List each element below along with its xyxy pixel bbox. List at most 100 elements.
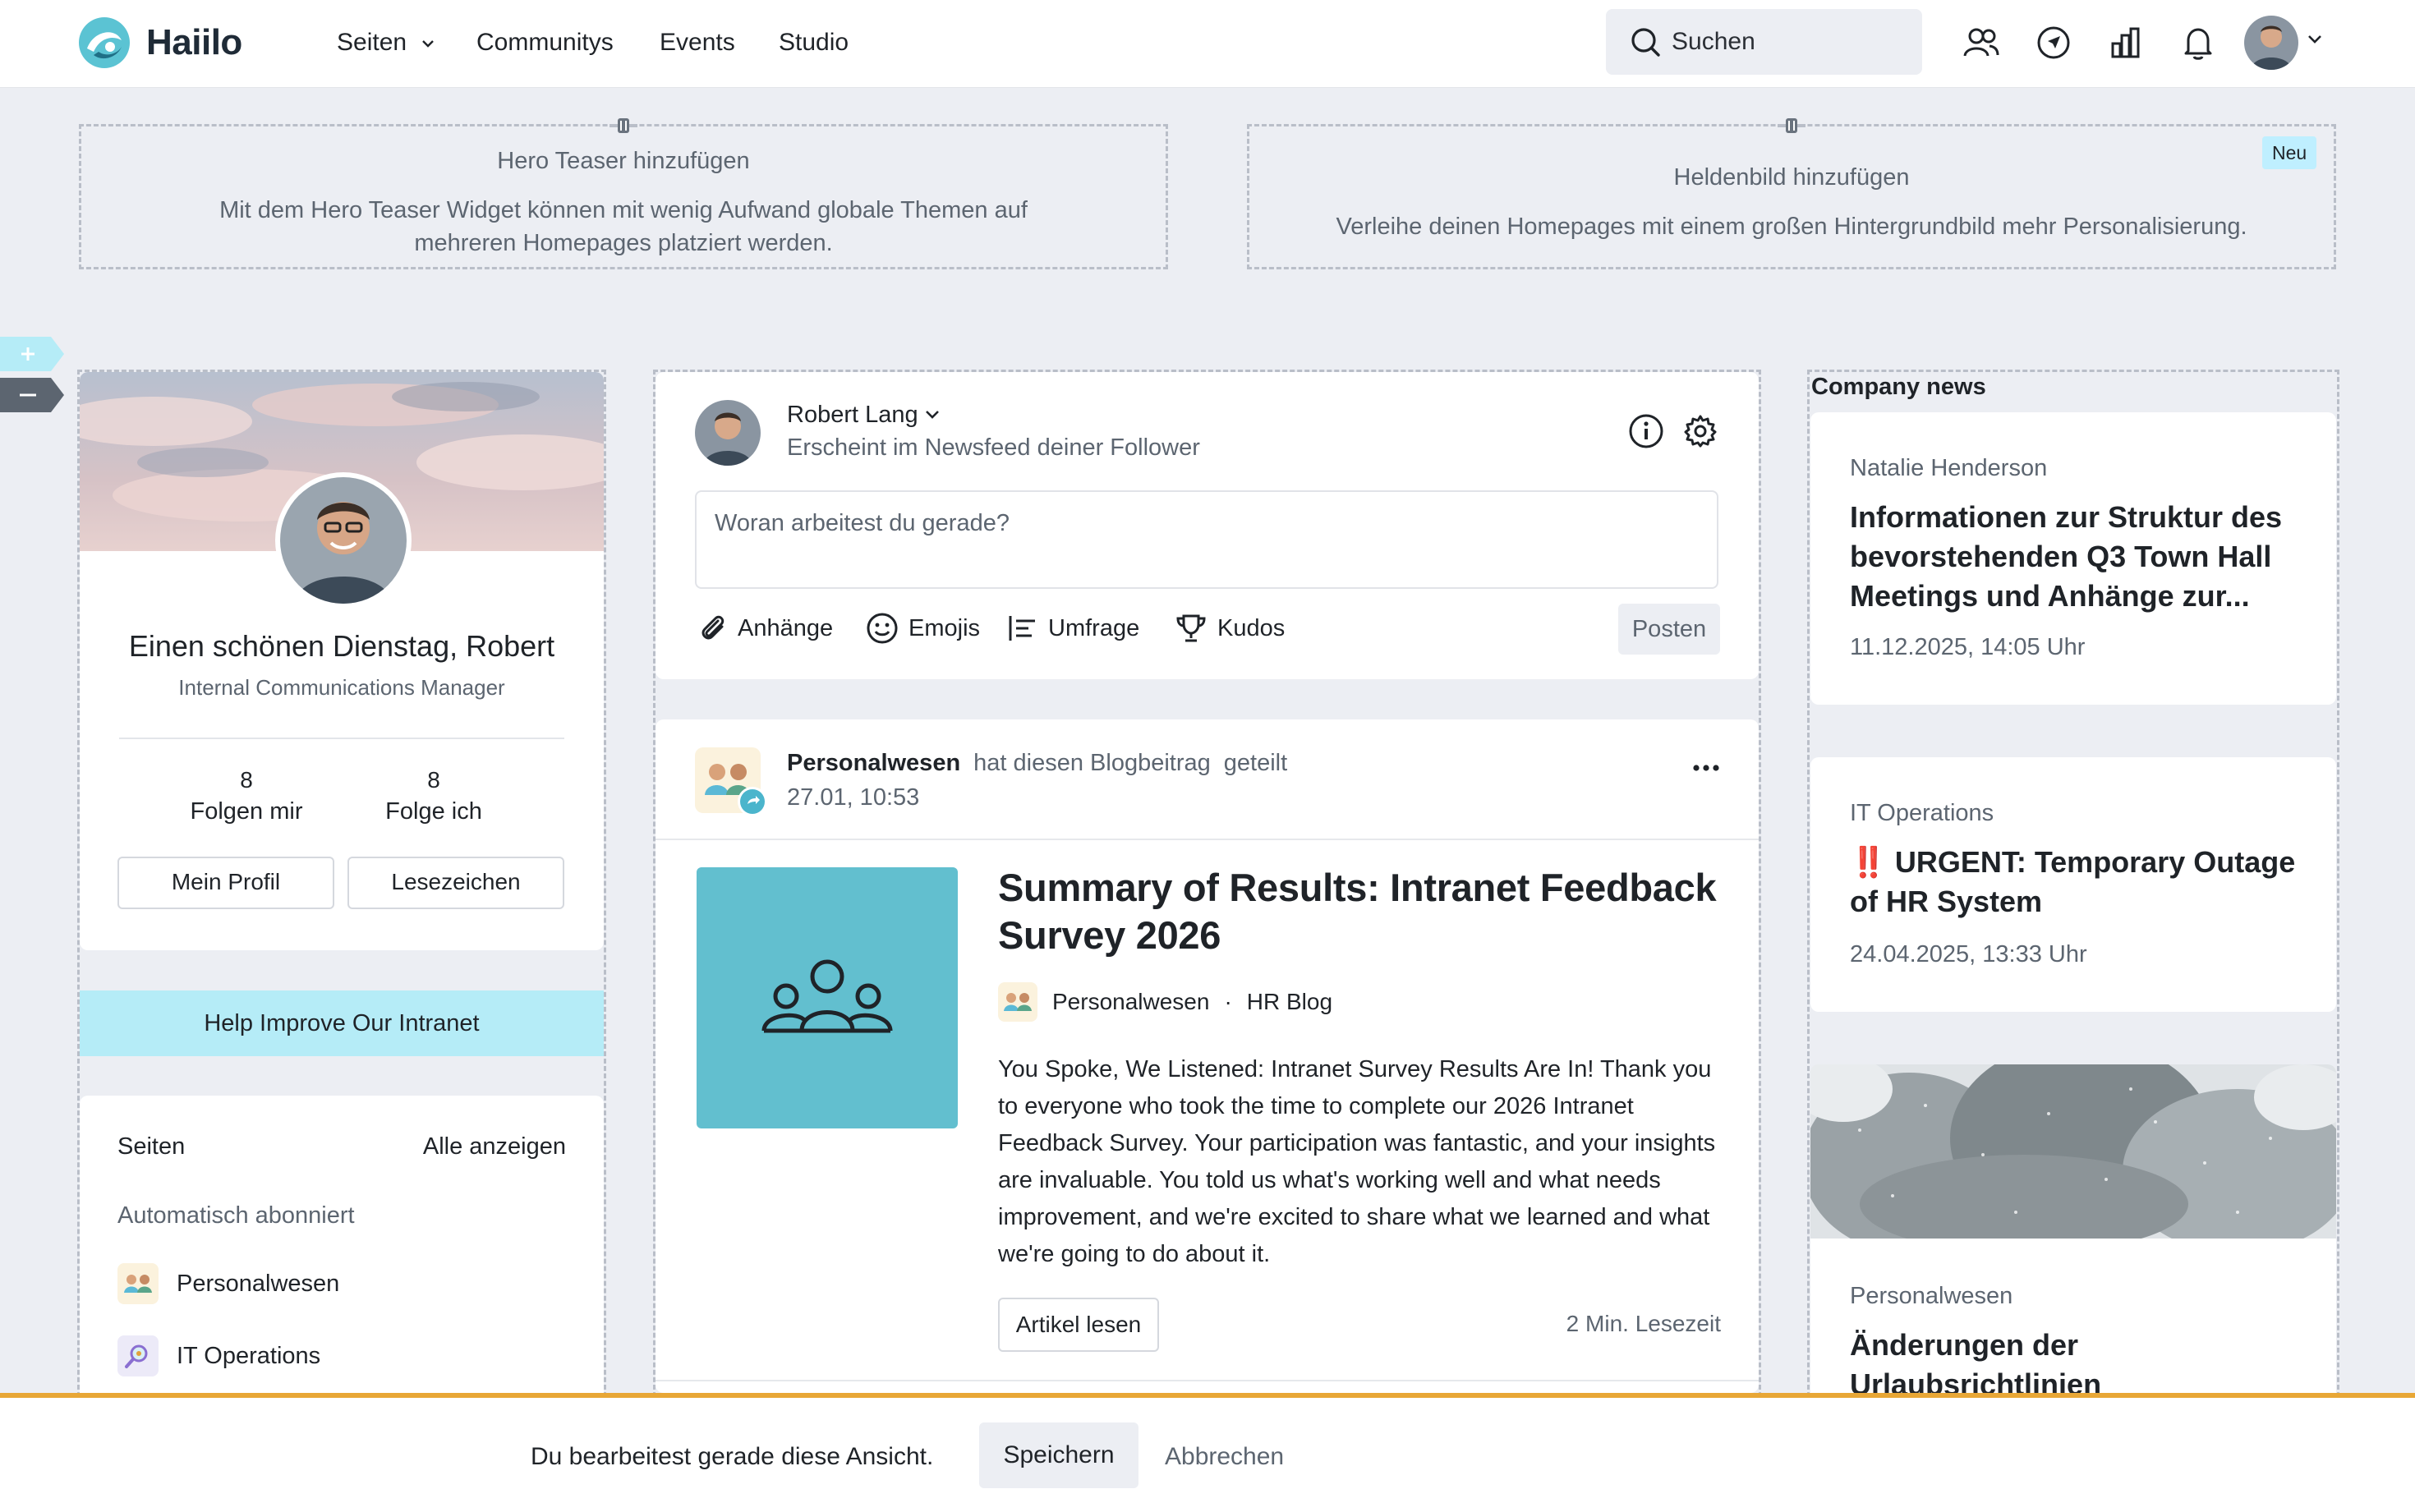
drag-handle-icon[interactable]: [1778, 117, 1806, 134]
feed-timestamp: 27.01, 10:53: [787, 784, 920, 811]
profile-avatar[interactable]: [275, 472, 412, 609]
pages-widget-title: Seiten: [117, 1133, 186, 1160]
followers-label: Folgen mir: [190, 798, 303, 825]
app-name: Haiilo: [146, 22, 242, 62]
feed-action-suffix: geteilt: [1223, 750, 1288, 776]
group-icon: [761, 959, 893, 1033]
hero-teaser-title: Hero Teaser hinzufügen: [497, 148, 750, 174]
attachments-label: Anhänge: [738, 615, 834, 641]
hero-image-desc: Verleihe deinen Homepages mit einem groß…: [1336, 214, 2247, 240]
followers-count: 8: [240, 767, 253, 793]
list-item[interactable]: Personalwesen: [117, 1263, 339, 1304]
composer-author-select[interactable]: Robert Lang: [787, 398, 940, 431]
news-date: 24.04.2025, 13:33 Uhr: [1850, 941, 2087, 967]
remove-column-button[interactable]: [0, 378, 64, 412]
haiilo-logo-icon[interactable]: [77, 16, 131, 70]
nav-item-seiten[interactable]: Seiten: [337, 25, 435, 61]
news-image-winter-trees: [1810, 1064, 2336, 1239]
emojis-button[interactable]: Emojis: [866, 612, 980, 645]
article-blog-name[interactable]: HR Blog: [1247, 986, 1332, 1018]
nav-item-studio[interactable]: Studio: [779, 25, 849, 61]
list-item-label: IT Operations: [177, 1343, 321, 1369]
search-input[interactable]: Suchen: [1606, 9, 1922, 75]
following-label: Folge ich: [385, 798, 482, 825]
divider: [119, 738, 564, 739]
company-news-heading: Company news: [1811, 374, 1986, 400]
followers-stat[interactable]: 8 Folgen mir: [168, 765, 324, 827]
news-card[interactable]: Natalie Henderson Informationen zur Stru…: [1810, 412, 2336, 705]
feed-author[interactable]: Personalwesen: [787, 747, 960, 779]
composer-author-name: Robert Lang: [787, 402, 918, 428]
search-label: Suchen: [1672, 28, 1755, 55]
divider: [656, 1380, 1759, 1381]
news-author: Personalwesen: [1850, 1283, 2013, 1309]
info-icon[interactable]: [1628, 413, 1664, 449]
cancel-button[interactable]: Abbrechen: [1165, 1439, 1284, 1475]
post-input-placeholder: Woran arbeitest du gerade?: [715, 510, 1010, 536]
save-button[interactable]: Speichern: [979, 1422, 1138, 1488]
nav-item-communitys[interactable]: Communitys: [476, 25, 614, 61]
search-icon: [1629, 25, 1662, 58]
chevron-down-icon: [925, 410, 940, 420]
following-stat[interactable]: 8 Folge ich: [356, 765, 512, 827]
more-options-icon[interactable]: [1692, 764, 1720, 772]
post-button[interactable]: Posten: [1618, 604, 1720, 655]
nav-item-events[interactable]: Events: [660, 25, 735, 61]
divider: [656, 839, 1759, 840]
urgent-icon: ‼️: [1850, 845, 1887, 879]
kudos-label: Kudos: [1217, 615, 1286, 641]
paperclip-icon: [702, 615, 724, 640]
post-input[interactable]: Woran arbeitest du gerade?: [695, 490, 1718, 589]
nav-item-label: Seiten: [337, 29, 407, 56]
feed-post-header: Personalwesen hat diesen Blogbeitrag get…: [787, 747, 1287, 779]
emojis-label: Emojis: [908, 615, 981, 641]
people-icon[interactable]: [1960, 21, 2003, 64]
list-item[interactable]: IT Operations: [117, 1335, 320, 1376]
bell-icon[interactable]: [2177, 21, 2220, 64]
article-thumbnail[interactable]: [697, 867, 958, 1128]
news-card[interactable]: Personalwesen Änderungen der Urlaubsrich…: [1810, 1064, 2336, 1409]
article-source-name[interactable]: Personalwesen: [1052, 986, 1209, 1018]
trophy-icon: [1176, 614, 1206, 642]
hero-teaser-desc: Mit dem Hero Teaser Widget können mit we…: [219, 197, 1028, 256]
read-article-button[interactable]: Artikel lesen: [998, 1298, 1159, 1352]
share-icon: [738, 787, 767, 816]
compass-icon[interactable]: [2032, 21, 2075, 64]
my-profile-button[interactable]: Mein Profil: [117, 857, 334, 909]
hero-teaser-placeholder[interactable]: Hero Teaser hinzufügen Mit dem Hero Teas…: [79, 118, 1168, 269]
hero-image-placeholder[interactable]: Heldenbild hinzufügen Verleihe deinen Ho…: [1247, 118, 2336, 269]
read-time: 2 Min. Lesezeit: [1566, 1311, 1721, 1336]
news-author: IT Operations: [1850, 800, 1994, 826]
attachments-button[interactable]: Anhänge: [698, 612, 833, 645]
article-source: Personalwesen · HR Blog: [998, 982, 1332, 1022]
news-title[interactable]: Informationen zur Struktur des bevorsteh…: [1850, 498, 2310, 616]
hr-team-icon: [117, 1263, 159, 1304]
profile-role: Internal Communications Manager: [178, 675, 505, 700]
poll-button[interactable]: Umfrage: [1007, 612, 1139, 645]
profile-greeting: Einen schönen Dienstag, Robert: [128, 629, 555, 663]
bookmarks-button[interactable]: Lesezeichen: [347, 857, 564, 909]
add-column-button[interactable]: [0, 337, 64, 371]
post-composer: Robert Lang Erscheint im Newsfeed deiner…: [656, 372, 1759, 679]
drag-handle-icon[interactable]: [610, 117, 637, 134]
chevron-down-icon[interactable]: [2307, 34, 2323, 44]
help-improve-banner[interactable]: Help Improve Our Intranet: [80, 990, 604, 1056]
article-excerpt: You Spoke, We Listened: Intranet Survey …: [998, 1056, 1716, 1267]
chart-icon[interactable]: [2104, 21, 2147, 64]
following-count: 8: [427, 767, 440, 793]
chevron-down-icon: [421, 39, 435, 48]
profile-card: Einen schönen Dienstag, Robert Internal …: [80, 372, 604, 950]
news-title[interactable]: ‼️ URGENT: Temporary Outage of HR System: [1850, 843, 2310, 921]
article-title[interactable]: Summary of Results: Intranet Feedback Su…: [998, 864, 1721, 959]
hero-image-title: Heldenbild hinzufügen: [1673, 164, 1910, 191]
news-card[interactable]: IT Operations ‼️ URGENT: Temporary Outag…: [1810, 757, 2336, 1012]
gear-icon[interactable]: [1682, 413, 1718, 449]
top-navigation: Haiilo Seiten Communitys Events Studio S…: [0, 0, 2415, 88]
user-avatar[interactable]: [2244, 16, 2298, 70]
auto-subscribed-label: Automatisch abonniert: [117, 1202, 355, 1229]
show-all-link[interactable]: Alle anzeigen: [423, 1130, 566, 1163]
edit-mode-bar: Du bearbeitest gerade diese Ansicht. Spe…: [0, 1393, 2415, 1512]
separator-dot: ·: [1224, 989, 1232, 1014]
kudos-button[interactable]: Kudos: [1175, 612, 1285, 645]
feed-post: Personalwesen hat diesen Blogbeitrag get…: [656, 719, 1759, 1393]
